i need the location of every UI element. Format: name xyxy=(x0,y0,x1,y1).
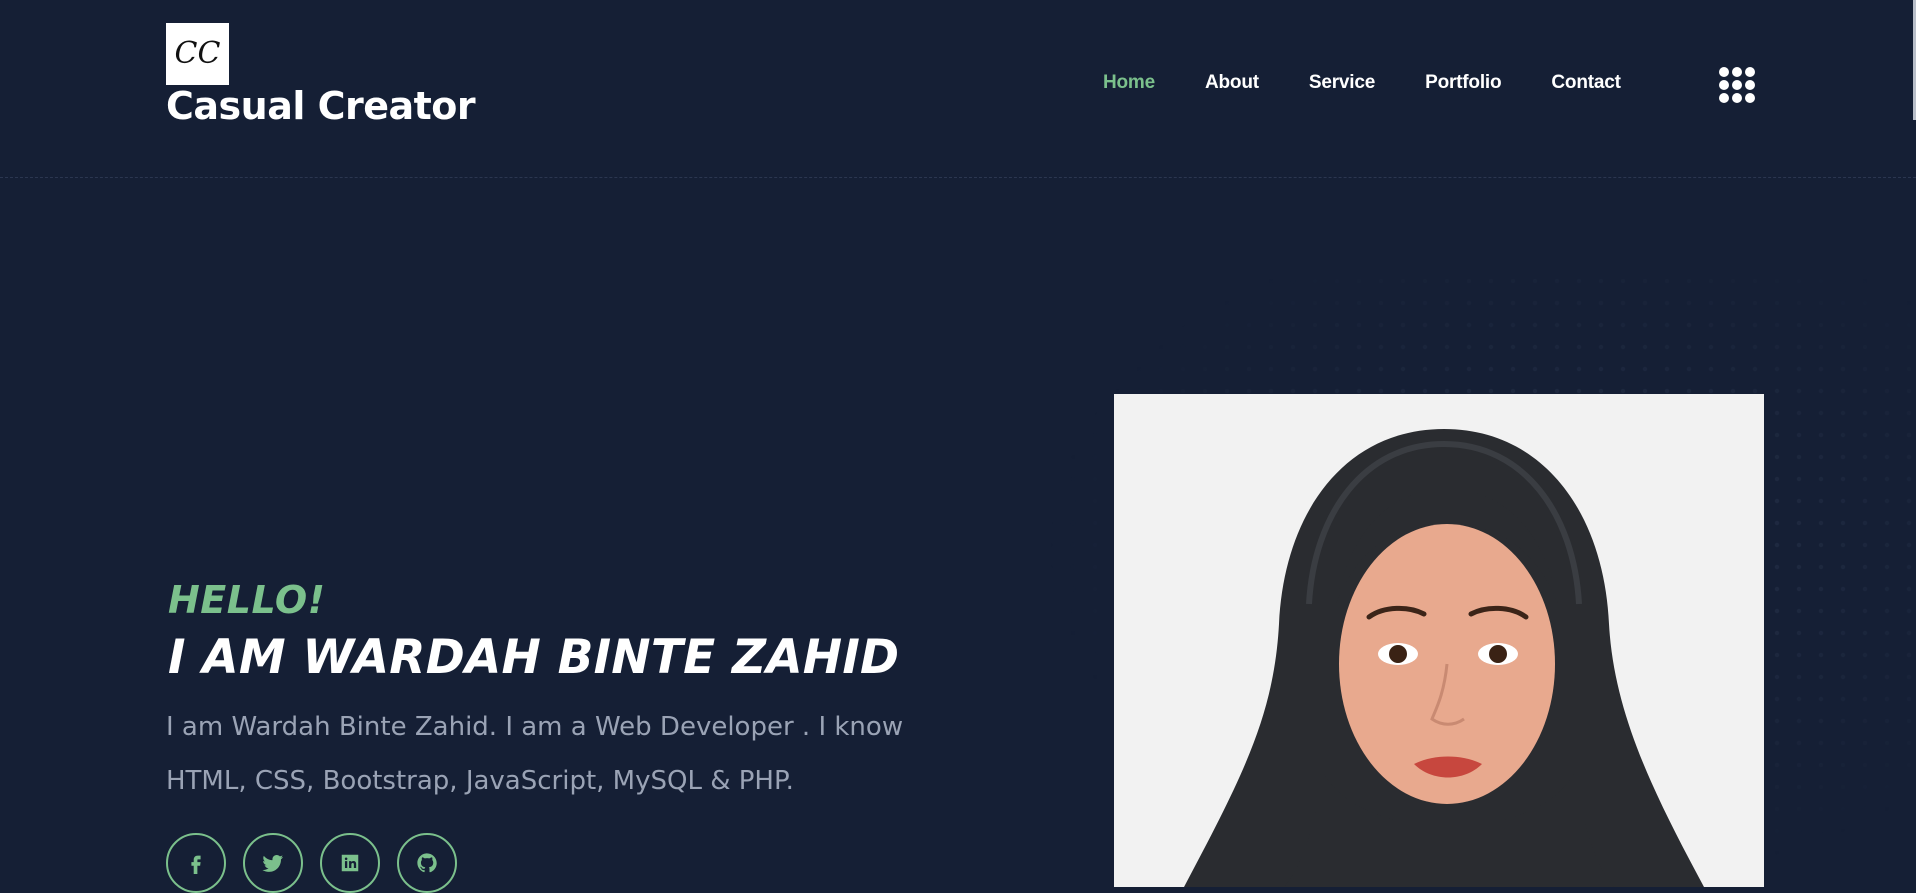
grid-dot xyxy=(1719,93,1729,103)
linkedin-icon[interactable] xyxy=(320,833,380,893)
grid-dot xyxy=(1732,93,1742,103)
nav-about[interactable]: About xyxy=(1205,72,1259,94)
profile-photo-illustration xyxy=(1114,394,1764,887)
twitter-icon[interactable] xyxy=(243,833,303,893)
nav-portfolio[interactable]: Portfolio xyxy=(1425,72,1501,94)
main-nav: Home About Service Portfolio Contact xyxy=(1103,72,1671,94)
grid-dot xyxy=(1745,67,1755,77)
logo[interactable]: CC xyxy=(166,23,229,85)
profile-photo xyxy=(1114,394,1764,887)
grid-dot xyxy=(1732,67,1742,77)
brand-name[interactable]: Casual Creator xyxy=(166,84,476,128)
nav-service[interactable]: Service xyxy=(1309,72,1375,94)
nav-contact[interactable]: Contact xyxy=(1551,72,1621,94)
grid-dot xyxy=(1719,67,1729,77)
site-header: CC Casual Creator Home About Service Por… xyxy=(0,0,1916,178)
facebook-icon[interactable] xyxy=(166,833,226,893)
logo-mark: CC xyxy=(174,36,221,71)
grid-dot xyxy=(1745,93,1755,103)
github-icon[interactable] xyxy=(397,833,457,893)
hero-greeting: HELLO! xyxy=(168,578,326,622)
social-links xyxy=(166,833,457,893)
grid-dot xyxy=(1732,80,1742,90)
hero-headline: I AM WARDAH BINTE ZAHID xyxy=(168,630,900,685)
grid-menu-icon[interactable] xyxy=(1719,67,1755,103)
grid-dot xyxy=(1719,80,1729,90)
hero-intro: I am Wardah Binte Zahid. I am a Web Deve… xyxy=(166,712,904,796)
nav-home[interactable]: Home xyxy=(1103,72,1155,94)
grid-dot xyxy=(1745,80,1755,90)
